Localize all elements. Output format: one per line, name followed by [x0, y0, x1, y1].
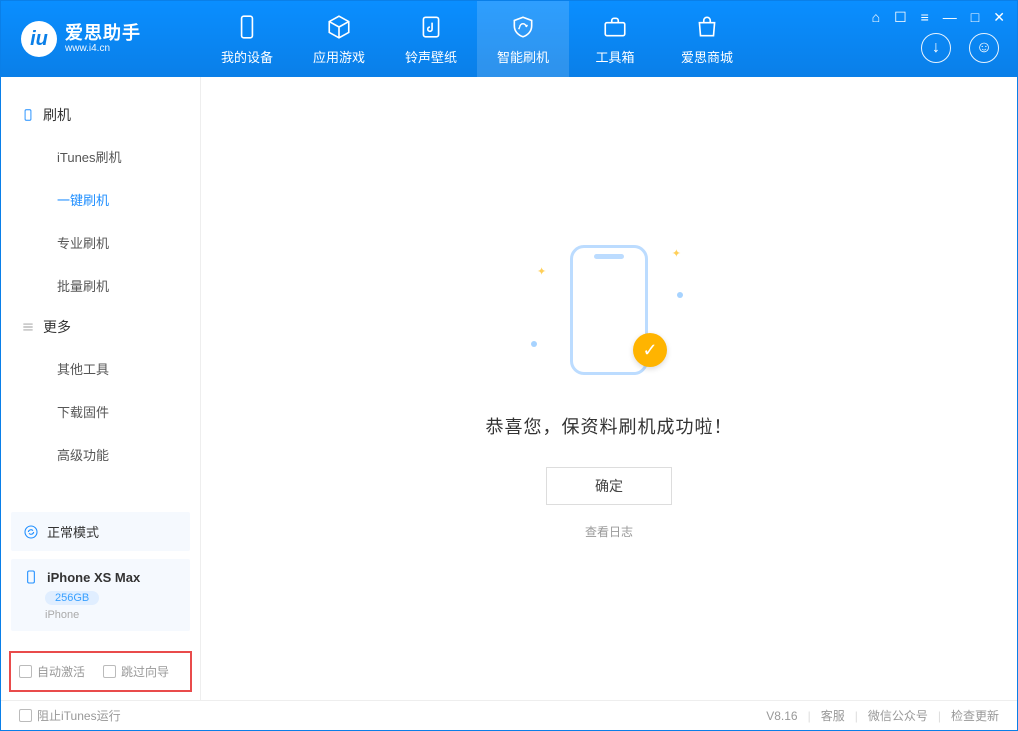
mode-label: 正常模式: [47, 522, 99, 541]
device-card[interactable]: iPhone XS Max 256GB iPhone: [11, 559, 190, 631]
tab-label: 我的设备: [221, 47, 273, 66]
menu-icon[interactable]: ≡: [921, 9, 929, 26]
tab-toolbox[interactable]: 工具箱: [569, 1, 661, 77]
sidebar: 刷机 iTunes刷机 一键刷机 专业刷机 批量刷机 更多 其他工具 下载固件 …: [1, 77, 201, 700]
sidebar-item-itunes-flash[interactable]: iTunes刷机: [1, 135, 200, 178]
sidebar-section-label: 刷机: [43, 105, 71, 125]
checkbox-label: 自动激活: [37, 663, 85, 680]
tab-apps-games[interactable]: 应用游戏: [293, 1, 385, 77]
separator: |: [808, 709, 811, 723]
device-model: iPhone XS Max: [47, 570, 140, 585]
list-icon: [21, 320, 35, 334]
tab-label: 工具箱: [595, 47, 634, 66]
sidebar-item-advanced[interactable]: 高级功能: [1, 433, 200, 476]
app-logo-icon: iu: [21, 21, 57, 57]
tab-label: 铃声壁纸: [405, 47, 457, 66]
sidebar-item-pro-flash[interactable]: 专业刷机: [1, 221, 200, 264]
sidebar-section-flash[interactable]: 刷机: [1, 95, 200, 135]
checkbox-box-icon: [19, 665, 32, 678]
tab-my-device[interactable]: 我的设备: [201, 1, 293, 77]
close-button[interactable]: ✕: [993, 9, 1005, 26]
tab-label: 智能刷机: [497, 47, 549, 66]
maximize-button[interactable]: □: [971, 9, 979, 26]
minimize-button[interactable]: —: [943, 9, 957, 26]
phone-icon: [233, 13, 261, 41]
tab-store[interactable]: 爱思商城: [661, 1, 753, 77]
device-outline-icon: [21, 108, 35, 122]
app-subtitle: www.i4.cn: [65, 43, 141, 54]
footer: 阻止iTunes运行 V8.16 | 客服 | 微信公众号 | 检查更新: [1, 700, 1017, 730]
checkbox-box-icon: [103, 665, 116, 678]
sidebar-item-batch-flash[interactable]: 批量刷机: [1, 264, 200, 307]
main-tabs: 我的设备 应用游戏 铃声壁纸 智能刷机 工具箱 爱思商城: [201, 1, 753, 77]
device-storage: 256GB: [45, 591, 99, 605]
window-controls: ⌂ ☐ ≡ — □ ✕: [872, 9, 1005, 26]
sidebar-item-oneclick-flash[interactable]: 一键刷机: [1, 178, 200, 221]
app-title: 爱思助手: [65, 24, 141, 44]
checkbox-label: 阻止iTunes运行: [37, 707, 121, 724]
refresh-shield-icon: [509, 13, 537, 41]
cube-icon: [325, 13, 353, 41]
download-icon[interactable]: ↓: [921, 33, 951, 63]
music-note-icon: [417, 13, 445, 41]
shopping-bag-icon: [693, 13, 721, 41]
sidebar-section-more[interactable]: 更多: [1, 307, 200, 347]
checkbox-skip-guide[interactable]: 跳过向导: [103, 663, 169, 680]
ok-button[interactable]: 确定: [546, 467, 672, 505]
titlebar: iu 爱思助手 www.i4.cn 我的设备 应用游戏 铃声壁纸 智能刷机 工具…: [1, 1, 1017, 77]
feedback-icon[interactable]: ☐: [894, 9, 907, 26]
mode-card[interactable]: 正常模式: [11, 512, 190, 551]
logo-area: iu 爱思助手 www.i4.cn: [1, 21, 201, 57]
sidebar-item-other-tools[interactable]: 其他工具: [1, 347, 200, 390]
tab-smart-flash[interactable]: 智能刷机: [477, 1, 569, 77]
header-right-icons: ↓ ☺: [921, 33, 999, 63]
success-message: 恭喜您，保资料刷机成功啦！: [486, 413, 733, 439]
checkbox-block-itunes[interactable]: 阻止iTunes运行: [19, 707, 121, 724]
briefcase-icon: [601, 13, 629, 41]
footer-link-service[interactable]: 客服: [821, 707, 845, 724]
tab-label: 应用游戏: [313, 47, 365, 66]
footer-link-update[interactable]: 检查更新: [951, 707, 999, 724]
phone-small-icon: [23, 569, 39, 585]
checkbox-label: 跳过向导: [121, 663, 169, 680]
highlighted-checkbox-area: 自动激活 跳过向导: [9, 651, 192, 692]
sync-icon: [23, 524, 39, 540]
footer-link-wechat[interactable]: 微信公众号: [868, 707, 928, 724]
device-type: iPhone: [45, 609, 178, 621]
content-area: 刷机 iTunes刷机 一键刷机 专业刷机 批量刷机 更多 其他工具 下载固件 …: [1, 77, 1017, 700]
user-icon[interactable]: ☺: [969, 33, 999, 63]
success-illustration: ✦ ✦ ✓: [529, 237, 689, 387]
separator: |: [855, 709, 858, 723]
checkmark-badge-icon: ✓: [633, 333, 667, 367]
main-panel: ✦ ✦ ✓ 恭喜您，保资料刷机成功啦！ 确定 查看日志: [201, 77, 1017, 700]
sidebar-section-label: 更多: [43, 317, 71, 337]
tshirt-icon[interactable]: ⌂: [872, 9, 880, 26]
view-log-link[interactable]: 查看日志: [585, 523, 633, 540]
checkbox-auto-activate[interactable]: 自动激活: [19, 663, 85, 680]
checkbox-box-icon: [19, 709, 32, 722]
sidebar-item-download-firmware[interactable]: 下载固件: [1, 390, 200, 433]
tab-ringtone-wallpaper[interactable]: 铃声壁纸: [385, 1, 477, 77]
version-label: V8.16: [766, 709, 797, 723]
separator: |: [938, 709, 941, 723]
tab-label: 爱思商城: [681, 47, 733, 66]
device-info-area: 正常模式 iPhone XS Max 256GB iPhone: [1, 512, 200, 651]
